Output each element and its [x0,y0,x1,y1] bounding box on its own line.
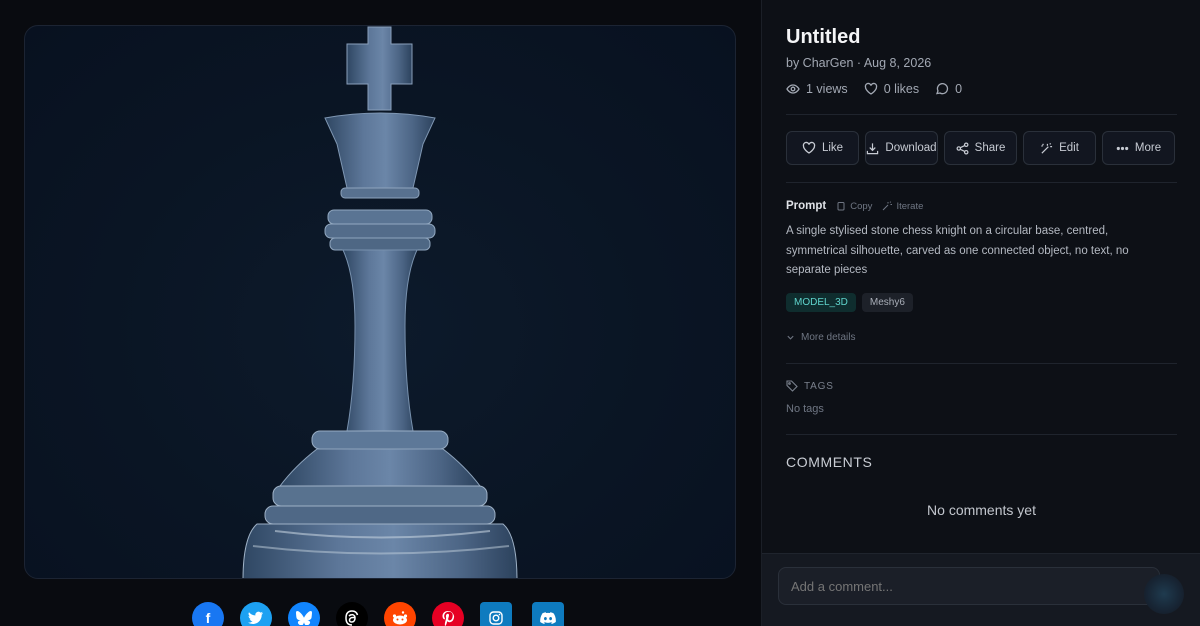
details-panel: Untitled by CharGen · Aug 8, 2026 1 view… [761,0,1200,626]
views-stat: 1 views [786,82,848,96]
like-button-label: Like [821,142,844,154]
chevron-down-icon [787,335,794,340]
threads-icon[interactable] [336,602,368,626]
share-button-label: Share [974,142,1006,154]
post-byline: by CharGen · Aug 8, 2026 [786,56,932,70]
edit-button-label: Edit [1059,142,1079,154]
comment-composer [762,553,1200,626]
pinterest-icon[interactable] [432,602,464,626]
more-details-toggle[interactable]: More details [786,332,855,343]
copy-label: Copy [850,200,873,212]
model-chips: MODEL_3D Meshy6 [786,293,913,312]
iterate-button[interactable]: Iterate [882,201,923,212]
heart-icon [864,82,877,95]
bluesky-icon[interactable] [288,602,320,626]
ellipsis-icon [1116,146,1129,150]
tag-icon [786,380,798,392]
reddit-icon[interactable] [384,602,416,626]
comments-stat: 0 [935,82,962,96]
prompt-label: Prompt [786,200,827,212]
copy-prompt-button[interactable]: Copy [836,201,872,212]
tags-header: TAGS [786,380,834,392]
more-button-label: More [1134,142,1162,154]
post-title: Untitled [786,26,861,48]
edit-button[interactable]: Edit [1023,131,1096,165]
like-button[interactable]: Like [786,131,859,165]
share-button[interactable]: Share [944,131,1017,165]
model-type-chip: MODEL_3D [786,293,856,312]
instagram-icon[interactable] [480,602,512,626]
sparkle-icon [883,201,893,211]
model-viewer[interactable] [24,25,736,579]
views-count: 1 views [806,82,848,96]
facebook-icon[interactable]: f [192,602,224,626]
download-icon [867,142,879,154]
chess-king-model [242,26,518,578]
divider [786,434,1177,435]
divider [786,114,1177,115]
prompt-header: Prompt Copy Iterate [786,200,923,212]
send-comment-button[interactable] [1144,574,1184,614]
copy-icon [837,202,845,211]
comment-input[interactable] [778,567,1160,605]
download-button[interactable]: Download [865,131,938,165]
download-button-label: Download [885,142,937,154]
divider [786,363,1177,364]
post-stats: 1 views 0 likes 0 [786,82,962,96]
comments-header: COMMENTS [786,454,873,470]
viewer-panel: f [0,0,761,626]
heart-icon [802,141,816,154]
comment-icon [936,83,949,95]
share-bar: f [0,602,761,626]
action-bar: Like Download Share Edit More [786,131,1175,165]
magic-wand-icon [1041,142,1053,154]
tags-label: TAGS [804,380,834,392]
prompt-text: A single stylised stone chess knight on … [786,225,1129,276]
more-button[interactable]: More [1102,131,1175,165]
likes-stat: 0 likes [864,82,919,96]
iterate-label: Iterate [896,200,924,212]
share-icon [956,142,969,154]
more-details-label: More details [801,332,856,343]
discord-icon[interactable] [532,602,564,626]
likes-count: 0 likes [883,82,920,96]
generator-chip: Meshy6 [861,293,913,312]
comments-count: 0 [955,82,963,96]
no-comments-text: No comments yet [927,502,1036,518]
no-tags-text: No tags [786,403,824,415]
twitter-icon[interactable] [240,602,272,626]
eye-icon [786,84,800,94]
divider [786,182,1177,183]
